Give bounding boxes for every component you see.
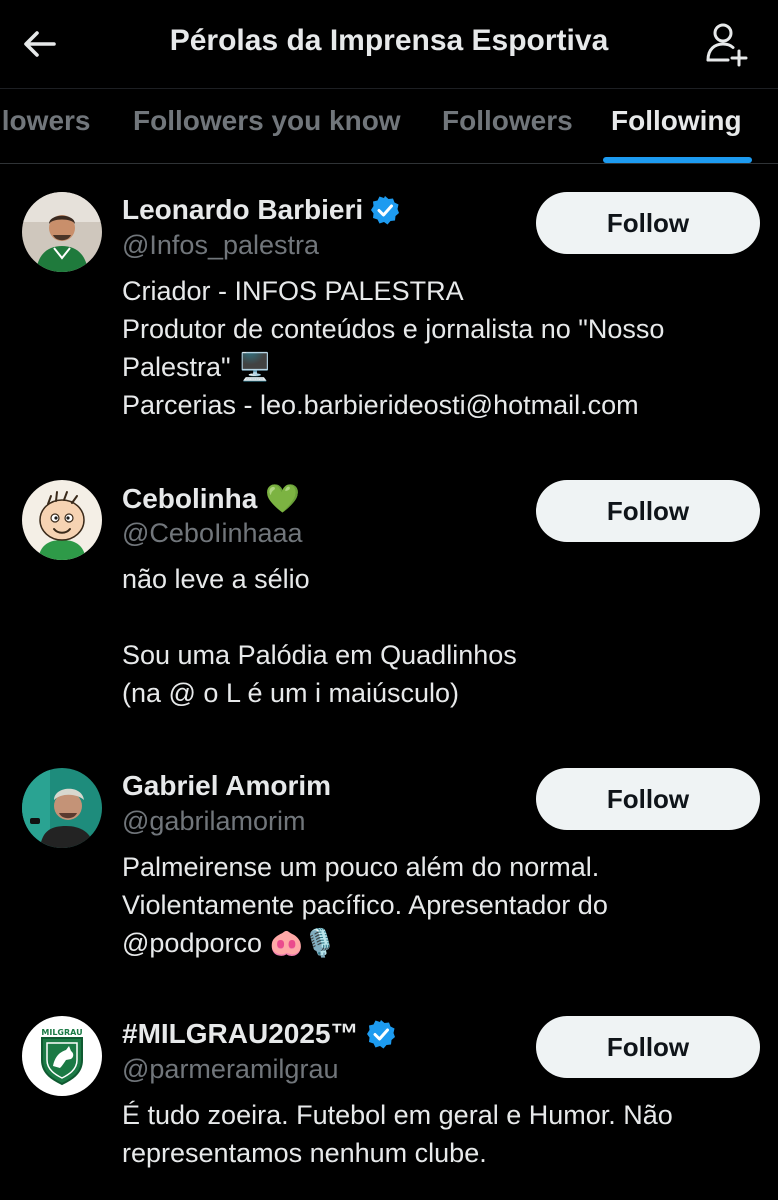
user-handle: @gabrilamorim (122, 806, 306, 836)
avatar[interactable] (22, 480, 102, 560)
bio-line: Sou uma Palódia em Quadlinhos (122, 640, 517, 670)
user-name-row: Leonardo Barbieri (122, 192, 401, 228)
bio-line: É tudo zoeira. Futebol em geral e Humor.… (122, 1100, 673, 1130)
user-handle: @parmeramilgrau (122, 1054, 339, 1084)
user-name[interactable]: #MILGRAU2025™ (122, 1018, 359, 1050)
follow-button[interactable]: Follow (536, 1016, 760, 1078)
tab-followers[interactable]: Followers (442, 105, 573, 137)
logo-text: MILGRAU (41, 1028, 82, 1037)
user-name[interactable]: Cebolinha 💚 (122, 482, 300, 515)
avatar[interactable] (22, 768, 102, 848)
verified-badge-icon (366, 1020, 395, 1049)
bio-line: Palestra" 🖥️ (122, 352, 272, 382)
follow-button[interactable]: Follow (536, 192, 760, 254)
active-tab-indicator (603, 157, 752, 163)
user-name-row: #MILGRAU2025™ (122, 1016, 397, 1052)
page-title: Pérolas da Imprensa Esportiva (169, 24, 609, 57)
bio-line (122, 598, 752, 636)
bio-line: (na @ o L é um i maiúsculo) (122, 678, 460, 708)
bio-line: Produtor de conteúdos e jornalista no "N… (122, 314, 665, 344)
user-bio: não leve a sélio Sou uma Palódia em Quad… (122, 560, 752, 712)
user-name-row: Cebolinha 💚 (122, 480, 300, 516)
bio-line: representamos nenhum clube. (122, 1138, 487, 1168)
follow-button[interactable]: Follow (536, 768, 760, 830)
user-handle: @CeboIinhaaa (122, 518, 303, 548)
bio-line: não leve a sélio (122, 564, 310, 594)
verified-badge-icon (371, 196, 400, 225)
user-bio: É tudo zoeira. Futebol em geral e Humor.… (122, 1096, 752, 1172)
tab-verified-followers[interactable]: llowers (0, 105, 90, 137)
follow-button[interactable]: Follow (536, 480, 760, 542)
bio-line[interactable]: @podporco 🐽🎙️ (122, 924, 752, 962)
avatar[interactable]: MILGRAU (22, 1016, 102, 1096)
add-user-button[interactable] (702, 20, 750, 68)
tab-following[interactable]: Following (611, 105, 742, 137)
avatar[interactable] (22, 192, 102, 272)
user-name-row: Gabriel Amorim (122, 768, 331, 804)
bio-line: Violentamente pacífico. Apresentador do (122, 890, 608, 920)
tab-bar: llowers Followers you know Followers Fol… (0, 88, 778, 164)
add-user-icon (706, 23, 748, 67)
bio-line: Criador - INFOS PALESTRA (122, 276, 464, 306)
bio-line[interactable]: Parcerias - leo.barbierideosti@hotmail.c… (122, 386, 752, 424)
header-bar: Pérolas da Imprensa Esportiva (0, 0, 778, 88)
user-name[interactable]: Leonardo Barbieri (122, 194, 363, 226)
user-name[interactable]: Gabriel Amorim (122, 770, 331, 802)
user-handle: @Infos_palestra (122, 230, 320, 260)
user-bio: Criador - INFOS PALESTRA Produtor de con… (122, 272, 752, 424)
tab-followers-you-know[interactable]: Followers you know (133, 105, 401, 137)
bio-line: Palmeirense um pouco além do normal. (122, 852, 600, 882)
user-bio: Palmeirense um pouco além do normal. Vio… (122, 848, 752, 962)
